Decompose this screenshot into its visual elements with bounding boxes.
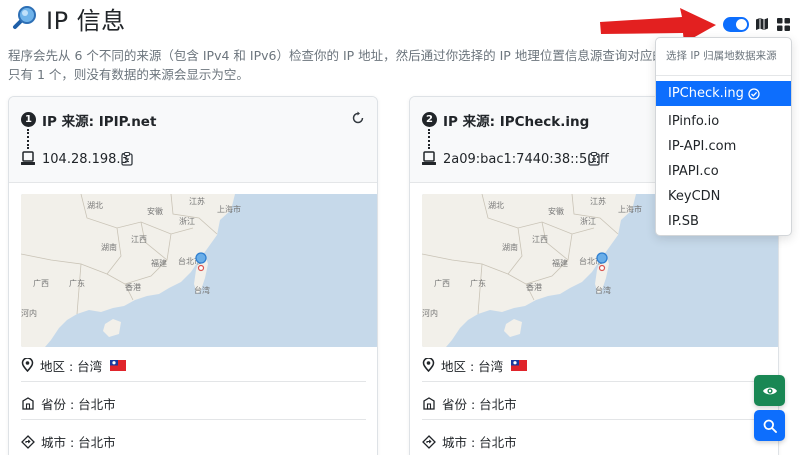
signpost-icon xyxy=(21,434,35,449)
dropdown-item-ipapi-co[interactable]: IPAPI.co xyxy=(656,159,791,184)
region-row: 地区 : 台湾 xyxy=(422,349,767,382)
location-pin-icon xyxy=(21,358,34,372)
map-label: 浙江 xyxy=(179,216,195,226)
map-label: 湖南 xyxy=(502,242,518,252)
computer-icon xyxy=(21,151,35,165)
map-label: 台湾 xyxy=(194,285,210,295)
copy-clipboard-icon[interactable] xyxy=(121,152,133,166)
map-label: 广东 xyxy=(470,278,486,288)
dropdown-item-ipapi-com[interactable]: IP-API.com xyxy=(656,134,791,159)
building-icon xyxy=(22,397,34,410)
location-map[interactable]: 湖北 安徽 江苏 上海市 浙江 湖南 江西 福建 台北市 台湾 广东 广西 香港… xyxy=(21,194,378,347)
dropdown-list: IPCheck.ing IPinfo.io IP-API.com IPAPI.c… xyxy=(656,76,791,234)
step-number: 1 xyxy=(21,112,36,127)
map-label: 香港 xyxy=(125,282,141,292)
map-label: 江苏 xyxy=(189,196,205,206)
map-label: 广西 xyxy=(33,278,49,288)
map-label: 上海市 xyxy=(217,204,241,214)
map-icon[interactable] xyxy=(755,17,769,31)
province-row: 省份 : 台北市 xyxy=(422,387,767,420)
dropdown-header: 选择 IP 归属地数据来源 xyxy=(656,38,791,76)
map-label: 福建 xyxy=(151,258,167,268)
region-label: 地区 : 台湾 xyxy=(441,358,504,374)
dropdown-item-ipinfo[interactable]: IPinfo.io xyxy=(656,109,791,134)
region-label: 地区 : 台湾 xyxy=(40,358,103,374)
city-row: 城市 : 台北市 xyxy=(422,425,767,455)
dropdown-item-keycdn[interactable]: KeyCDN xyxy=(656,184,791,209)
eye-icon xyxy=(762,387,777,394)
map-label: 广西 xyxy=(434,278,450,288)
map-label: 上海市 xyxy=(618,204,642,214)
map-label: 江西 xyxy=(532,235,548,244)
ip-address: 104.28.198.3 xyxy=(42,152,129,167)
signpost-icon xyxy=(422,434,436,449)
description-line-2: 只有 1 个，则没有数据的来源会显示为空。 xyxy=(8,67,249,82)
map-label: 湖北 xyxy=(488,201,504,210)
source-dropdown-menu: 选择 IP 归属地数据来源 IPCheck.ing IPinfo.io IP-A… xyxy=(655,37,792,236)
toggle-visibility-button[interactable] xyxy=(754,375,785,406)
check-circle-icon xyxy=(748,87,760,100)
map-label: 湖北 xyxy=(87,201,103,210)
region-row: 地区 : 台湾 xyxy=(21,349,366,382)
page-description: 程序会先从 6 个不同的来源（包含 IPv4 和 IPv6）检查你的 IP 地址… xyxy=(8,46,658,84)
dropdown-item-ipsb[interactable]: IP.SB xyxy=(656,209,791,234)
step-number: 2 xyxy=(422,112,437,127)
taiwan-flag-icon xyxy=(110,359,127,371)
description-line-1: 程序会先从 6 个不同的来源（包含 IPv4 和 IPv6）检查你的 IP 地址… xyxy=(8,48,658,63)
ip-card: 1 IP 来源: IPIP.net 104.28.198.3 湖北 安徽 江苏 … xyxy=(8,96,378,455)
card-header: 1 IP 来源: IPIP.net 104.28.198.3 xyxy=(9,97,377,183)
computer-icon xyxy=(422,151,436,165)
map-label: 江苏 xyxy=(590,196,606,206)
taiwan-flag-icon xyxy=(511,359,528,371)
province-label: 省份 : 台北市 xyxy=(41,396,116,412)
location-marker xyxy=(195,252,207,264)
page-header: IP 信息 xyxy=(10,2,126,35)
connector-line xyxy=(27,129,29,149)
source-label: IP 来源: IPIP.net xyxy=(42,114,157,130)
connector-line xyxy=(428,129,430,149)
page-title: IP 信息 xyxy=(46,6,126,35)
dropdown-item-label: IPCheck.ing xyxy=(668,86,744,101)
ip-address: 2a09:bac1:7440:38::50:ff xyxy=(443,152,609,167)
map-label: 浙江 xyxy=(580,216,596,226)
magnifier-globe-icon xyxy=(13,6,36,29)
map-label: 安徽 xyxy=(548,206,564,216)
map-label: 安徽 xyxy=(147,206,163,216)
building-icon xyxy=(423,397,435,410)
map-label: 江西 xyxy=(131,235,147,244)
map-label: 湖南 xyxy=(101,242,117,252)
province-row: 省份 : 台北市 xyxy=(21,387,366,420)
map-label: 广东 xyxy=(69,278,85,288)
city-label: 城市 : 台北市 xyxy=(442,435,517,450)
search-button[interactable] xyxy=(754,410,785,441)
map-label: 河内 xyxy=(422,308,438,318)
search-icon xyxy=(763,419,777,433)
grid-icon[interactable] xyxy=(777,18,790,31)
map-label: 福建 xyxy=(552,258,568,268)
city-row: 城市 : 台北市 xyxy=(21,425,366,455)
source-label: IP 来源: IPCheck.ing xyxy=(443,114,590,130)
map-label: 台湾 xyxy=(595,285,611,295)
refresh-icon[interactable] xyxy=(351,111,365,125)
toggle-switch[interactable] xyxy=(723,17,749,32)
copy-clipboard-icon[interactable] xyxy=(588,152,600,166)
map-label: 河内 xyxy=(21,308,37,318)
location-marker xyxy=(596,252,608,264)
location-pin-icon xyxy=(422,358,435,372)
province-label: 省份 : 台北市 xyxy=(442,396,517,412)
map-label: 香港 xyxy=(526,282,542,292)
dropdown-item-ipcheck[interactable]: IPCheck.ing xyxy=(656,81,791,106)
city-label: 城市 : 台北市 xyxy=(41,435,116,450)
